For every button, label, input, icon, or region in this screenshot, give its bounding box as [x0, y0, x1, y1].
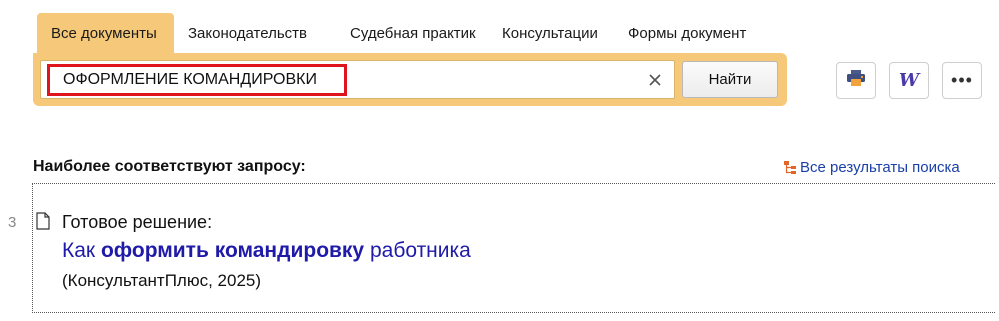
results-heading: Наиболее соответствуют запросу: [33, 158, 306, 175]
result-title-highlight: оформить командировку [100, 239, 365, 262]
tab-court-practice[interactable]: Судебная практик [336, 13, 488, 53]
find-button[interactable]: Найти [682, 61, 778, 98]
tree-icon [784, 160, 796, 174]
tab-all-documents[interactable]: Все документы [37, 13, 174, 53]
print-button[interactable] [836, 62, 876, 99]
all-results-link[interactable]: Все результаты поиска [784, 159, 960, 176]
tab-consultations[interactable]: Консультации [488, 13, 614, 53]
search-input[interactable]: ОФОРМЛЕНИЕ КОМАНДИРОВКИ [40, 60, 675, 99]
result-number: 3 [8, 214, 17, 231]
more-icon: ••• [951, 70, 973, 90]
document-icon [36, 212, 50, 230]
search-panel: ОФОРМЛЕНИЕ КОМАНДИРОВКИ Найти [33, 53, 787, 106]
word-export-icon: W [898, 70, 920, 91]
result-title-link[interactable]: Как оформить командировку работника [62, 239, 471, 263]
word-export-button[interactable]: W [889, 62, 929, 99]
document-type-tabs: Все документы Законодательств Судебная п… [37, 13, 770, 53]
result-type-label: Готовое решение: [62, 212, 213, 232]
tab-document-forms[interactable]: Формы документ [614, 13, 770, 53]
result-source: (КонсультантПлюс, 2025) [62, 271, 262, 290]
search-query-highlight[interactable]: ОФОРМЛЕНИЕ КОМАНДИРОВКИ [47, 64, 347, 96]
print-icon [846, 69, 866, 92]
result-title-part: работника [364, 239, 471, 262]
search-page: Все документы Законодательств Судебная п… [0, 0, 999, 321]
close-icon[interactable] [644, 69, 666, 91]
all-results-label: Все результаты поиска [800, 159, 960, 176]
tab-legislation[interactable]: Законодательств [174, 13, 336, 53]
result-title-part: Как [62, 239, 101, 262]
more-button[interactable]: ••• [942, 62, 982, 99]
